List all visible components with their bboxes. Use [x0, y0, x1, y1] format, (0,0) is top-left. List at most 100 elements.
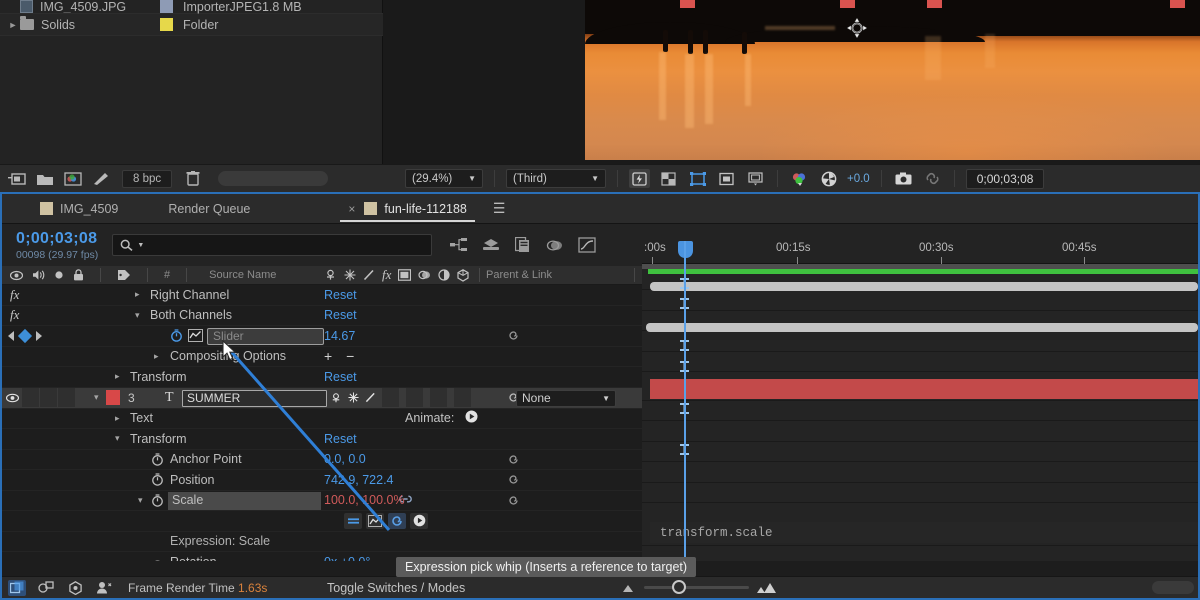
row-compositing-options[interactable]: ▸ Compositing Options + −: [2, 347, 642, 368]
disclosure-triangle-icon[interactable]: ▸: [135, 289, 140, 300]
row-transform-layer[interactable]: ▾ Transform Reset: [2, 429, 642, 450]
exposure-value[interactable]: +0.0: [847, 173, 870, 185]
shy-icon[interactable]: [324, 269, 337, 281]
project-row-image[interactable]: IMG_4509.JPG ImporterJPEG 1.8 MB: [0, 0, 383, 14]
new-composition-icon[interactable]: [8, 171, 26, 187]
row-scale[interactable]: ▾ Scale 100.0, 100.0%: [2, 491, 642, 512]
graph-editor-icon[interactable]: [578, 236, 596, 254]
renderer-icon[interactable]: [66, 580, 84, 596]
delete-icon[interactable]: [184, 171, 202, 187]
motion-blur-icon[interactable]: [418, 269, 431, 281]
stopwatch-icon[interactable]: [151, 555, 164, 561]
composition-mini-flowchart-icon[interactable]: [450, 236, 468, 254]
reset-link[interactable]: Reset: [324, 370, 357, 384]
disclosure-triangle-icon[interactable]: ▾: [135, 310, 140, 321]
tab-render-queue[interactable]: Render Queue: [134, 194, 266, 224]
bit-depth-button[interactable]: 8 bpc: [122, 170, 172, 188]
snapshot-icon[interactable]: [893, 169, 914, 188]
timeline-zoom-slider[interactable]: [622, 582, 778, 594]
property-value[interactable]: 100.0, 100.0%: [324, 493, 405, 507]
lock-toggle[interactable]: [58, 388, 75, 407]
disclosure-triangle-icon[interactable]: ▸: [154, 351, 159, 362]
tab-fun-life-112188[interactable]: × fun-life-112188: [332, 194, 482, 224]
animate-menu-icon[interactable]: [465, 410, 478, 426]
3d-layer-toggle[interactable]: [454, 388, 471, 407]
stopwatch-icon[interactable]: [151, 473, 164, 486]
layer-color-label[interactable]: [106, 390, 120, 405]
property-value[interactable]: 0x +0.0°: [324, 555, 370, 561]
audio-toggle[interactable]: [22, 388, 39, 407]
row-transform-effect[interactable]: ▸ Transform Reset: [2, 367, 642, 388]
audio-speaker-icon[interactable]: [32, 269, 45, 281]
zoom-out-icon[interactable]: [622, 583, 637, 593]
disclosure-triangle-icon[interactable]: ▾: [138, 495, 143, 506]
row-both-channels[interactable]: fx ▾ Both Channels Reset: [2, 306, 642, 327]
toggle-switches-modes-button[interactable]: Toggle Switches / Modes: [327, 581, 465, 595]
fast-previews-icon[interactable]: [629, 169, 650, 188]
expression-language-menu-icon[interactable]: [410, 513, 428, 529]
project-row-folder[interactable]: ► Solids Folder: [0, 14, 383, 36]
current-time-display[interactable]: 0;00;03;08 00098 (29.97 fps): [16, 230, 98, 261]
property-duration-bar[interactable]: [650, 282, 1198, 291]
row-text-group[interactable]: ▸ Text Animate:: [2, 409, 642, 430]
row-anchor-point[interactable]: Anchor Point 0.0, 0.0: [2, 450, 642, 471]
quality-icon[interactable]: [365, 392, 376, 403]
keyframe-navigator[interactable]: [8, 331, 42, 341]
frame-blend-toggle[interactable]: [406, 388, 423, 407]
effects-fx-icon[interactable]: fx: [382, 267, 391, 283]
draft-3d-icon[interactable]: [482, 236, 500, 254]
quality-icon[interactable]: [363, 269, 375, 281]
parent-pickwhip-icon[interactable]: [507, 329, 520, 342]
interpret-footage-icon[interactable]: [92, 171, 110, 187]
comp-flowchart-icon[interactable]: [8, 580, 26, 596]
motion-blur-toggle[interactable]: [430, 388, 447, 407]
parent-pickwhip-icon[interactable]: [507, 473, 520, 486]
composition-preview-image[interactable]: [585, 0, 1200, 160]
parent-link-select[interactable]: None ▼: [516, 390, 616, 407]
label-tag-icon[interactable]: [117, 269, 131, 281]
channels-icon[interactable]: [789, 169, 810, 188]
reset-link[interactable]: Reset: [324, 288, 357, 302]
solo-icon[interactable]: [54, 270, 64, 280]
video-eye-icon[interactable]: [10, 270, 23, 281]
anchor-point-marker[interactable]: [847, 18, 867, 38]
stopwatch-icon[interactable]: [151, 453, 164, 466]
mask-paths-icon[interactable]: [716, 169, 737, 188]
add-remove-compositing-option[interactable]: + −: [324, 348, 359, 364]
region-of-interest-icon[interactable]: [687, 169, 708, 188]
frame-blend-icon[interactable]: [398, 269, 411, 281]
zoom-level-select[interactable]: (29.4%) ▼: [405, 169, 483, 188]
panel-menu-icon[interactable]: ☰: [493, 200, 506, 217]
disclosure-triangle-icon[interactable]: ▾: [115, 433, 120, 444]
row-position[interactable]: Position 742.9, 722.4: [2, 470, 642, 491]
row-layer-summer[interactable]: ▾ 3 T SUMMER None: [2, 388, 642, 409]
expression-pick-whip-icon[interactable]: [388, 513, 406, 529]
resolution-select[interactable]: (Third) ▼: [506, 169, 606, 188]
zoom-slider-track[interactable]: [644, 586, 749, 589]
search-input[interactable]: ▼: [112, 234, 432, 256]
collapse-transform-icon[interactable]: [348, 392, 359, 403]
horizontal-scrollbar[interactable]: [1152, 581, 1194, 594]
row-right-channel[interactable]: fx ▸ Right Channel Reset: [2, 285, 642, 306]
effects-toggle[interactable]: [382, 388, 399, 407]
row-slider[interactable]: Slider 14.67: [2, 326, 642, 347]
stopwatch-icon[interactable]: [151, 494, 164, 507]
time-ruler[interactable]: :00s 00:15s 00:30s 00:45s: [642, 236, 1198, 264]
project-settings-icon[interactable]: [64, 171, 82, 187]
property-value[interactable]: 0.0, 0.0: [324, 452, 366, 466]
motion-blur-icon[interactable]: [546, 236, 564, 254]
exposure-icon[interactable]: [818, 169, 839, 188]
disclosure-triangle-icon[interactable]: ▸: [115, 371, 120, 382]
expression-graph-icon[interactable]: [366, 513, 384, 529]
search-dropdown-icon[interactable]: ▼: [137, 242, 144, 249]
adjustment-layer-icon[interactable]: [438, 269, 450, 281]
property-duration-bar[interactable]: [646, 323, 1198, 332]
hide-shy-icon[interactable]: [95, 580, 113, 596]
disclosure-triangle-icon[interactable]: ▸: [115, 413, 120, 424]
solo-toggle[interactable]: [40, 388, 57, 407]
disclosure-triangle-icon[interactable]: ▾: [94, 392, 99, 403]
close-icon[interactable]: ×: [348, 202, 355, 216]
video-eye-icon[interactable]: [2, 388, 22, 407]
lock-icon[interactable]: [73, 269, 84, 281]
stopwatch-icon[interactable]: [170, 329, 183, 342]
